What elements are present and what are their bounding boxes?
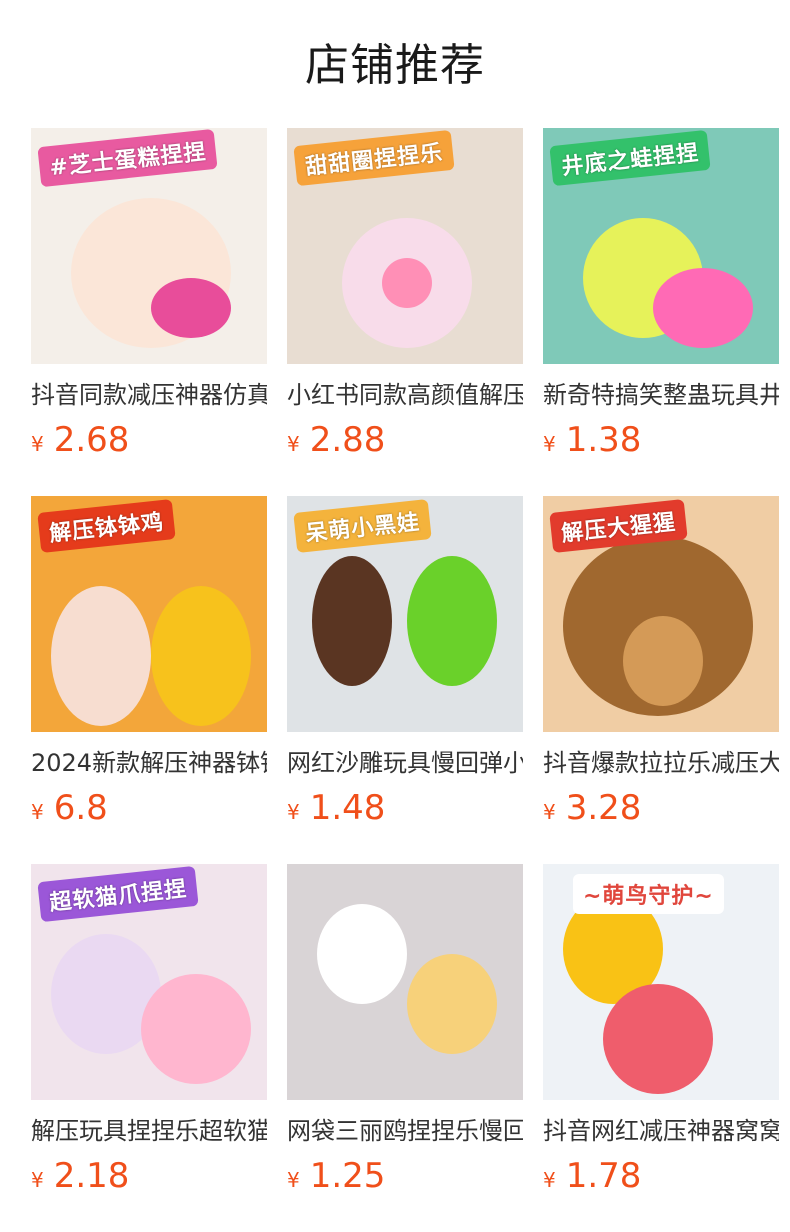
product-card[interactable]: 网袋三丽鸥捏捏乐慢回弹玩具 ¥ 1.25 (287, 864, 523, 1232)
product-price: ¥ 2.88 (287, 420, 523, 460)
product-image[interactable]: 解压钵钵鸡 (31, 496, 267, 732)
currency-symbol: ¥ (31, 800, 44, 824)
product-image[interactable]: 井底之蛙捏捏 (543, 128, 779, 364)
currency-symbol: ¥ (543, 432, 556, 456)
currency-symbol: ¥ (543, 1168, 556, 1192)
product-name[interactable]: 网红沙雕玩具慢回弹小黑娃捏捏 (287, 746, 523, 780)
product-price: ¥ 1.25 (287, 1156, 523, 1196)
price-value: 3.28 (565, 788, 642, 828)
product-shape-accent (407, 954, 497, 1054)
product-card[interactable]: 甜甜圈捏捏乐 小红书同款高颜值解压甜甜圈捏捏乐 ¥ 2.88 (287, 128, 523, 496)
product-name[interactable]: 解压玩具捏捏乐超软猫爪捏捏 (31, 1114, 267, 1148)
product-name[interactable]: 抖音同款减压神器仿真芝士蛋糕捏捏 (31, 378, 267, 412)
product-shape-accent (151, 278, 231, 338)
product-card[interactable]: 超软猫爪捏捏 解压玩具捏捏乐超软猫爪捏捏 ¥ 2.18 (31, 864, 267, 1232)
product-shape-accent (141, 974, 251, 1084)
currency-symbol: ¥ (287, 1168, 300, 1192)
image-banner-text: ~萌鸟守护~ (573, 874, 724, 914)
product-image[interactable]: ~萌鸟守护~ (543, 864, 779, 1100)
product-card[interactable]: 呆萌小黑娃 网红沙雕玩具慢回弹小黑娃捏捏 ¥ 1.48 (287, 496, 523, 864)
product-shape (51, 586, 151, 726)
product-image[interactable]: 超软猫爪捏捏 (31, 864, 267, 1100)
currency-symbol: ¥ (31, 432, 44, 456)
product-shape-accent (623, 616, 703, 706)
product-price: ¥ 1.38 (543, 420, 779, 460)
product-price: ¥ 1.48 (287, 788, 523, 828)
product-card[interactable]: 解压大猩猩 抖音爆款拉拉乐减压大猩猩玩具 ¥ 3.28 (543, 496, 779, 864)
currency-symbol: ¥ (287, 432, 300, 456)
price-value: 2.18 (53, 1156, 130, 1196)
product-shape (317, 904, 407, 1004)
product-name[interactable]: 抖音网红减压神器窝窝鸟捏捏 (543, 1114, 779, 1148)
price-value: 1.48 (309, 788, 386, 828)
product-shape-accent (382, 258, 432, 308)
product-image[interactable]: 解压大猩猩 (543, 496, 779, 732)
product-shape (312, 556, 392, 686)
product-price: ¥ 2.68 (31, 420, 267, 460)
price-value: 1.25 (309, 1156, 386, 1196)
price-value: 6.8 (53, 788, 108, 828)
product-image[interactable]: 甜甜圈捏捏乐 (287, 128, 523, 364)
page-title: 店铺推荐 (305, 40, 485, 91)
price-value: 2.68 (53, 420, 130, 460)
product-shape-accent (407, 556, 497, 686)
product-name[interactable]: 抖音爆款拉拉乐减压大猩猩玩具 (543, 746, 779, 780)
product-image[interactable]: #芝士蛋糕捏捏 (31, 128, 267, 364)
currency-symbol: ¥ (31, 1168, 44, 1192)
product-shape-accent (653, 268, 753, 348)
currency-symbol: ¥ (287, 800, 300, 824)
product-price: ¥ 1.78 (543, 1156, 779, 1196)
product-name[interactable]: 网袋三丽鸥捏捏乐慢回弹玩具 (287, 1114, 523, 1148)
currency-symbol: ¥ (543, 800, 556, 824)
price-value: 2.88 (309, 420, 386, 460)
product-image[interactable]: 呆萌小黑娃 (287, 496, 523, 732)
product-image[interactable] (287, 864, 523, 1100)
product-card[interactable]: 解压钵钵鸡 2024新款解压神器钵钵鸡捏捏乐 ¥ 6.8 (31, 496, 267, 864)
product-name[interactable]: 2024新款解压神器钵钵鸡捏捏乐 (31, 746, 267, 780)
price-value: 1.38 (565, 420, 642, 460)
product-shape-accent (151, 586, 251, 726)
product-card[interactable]: ~萌鸟守护~ 抖音网红减压神器窝窝鸟捏捏 ¥ 1.78 (543, 864, 779, 1232)
product-name[interactable]: 小红书同款高颜值解压甜甜圈捏捏乐 (287, 378, 523, 412)
product-shape-accent (603, 984, 713, 1094)
product-name[interactable]: 新奇特搞笑整蛊玩具井底之蛙捏捏 (543, 378, 779, 412)
product-card[interactable]: 井底之蛙捏捏 新奇特搞笑整蛊玩具井底之蛙捏捏 ¥ 1.38 (543, 128, 779, 496)
shop-recommend-page: 店铺推荐 #芝士蛋糕捏捏 抖音同款减压神器仿真芝士蛋糕捏捏 ¥ 2.68 甜甜圈… (0, 0, 790, 1232)
price-value: 1.78 (565, 1156, 642, 1196)
product-price: ¥ 6.8 (31, 788, 267, 828)
product-card[interactable]: #芝士蛋糕捏捏 抖音同款减压神器仿真芝士蛋糕捏捏 ¥ 2.68 (31, 128, 267, 496)
product-price: ¥ 2.18 (31, 1156, 267, 1196)
product-grid: #芝士蛋糕捏捏 抖音同款减压神器仿真芝士蛋糕捏捏 ¥ 2.68 甜甜圈捏捏乐 小… (31, 128, 779, 1232)
product-price: ¥ 3.28 (543, 788, 779, 828)
